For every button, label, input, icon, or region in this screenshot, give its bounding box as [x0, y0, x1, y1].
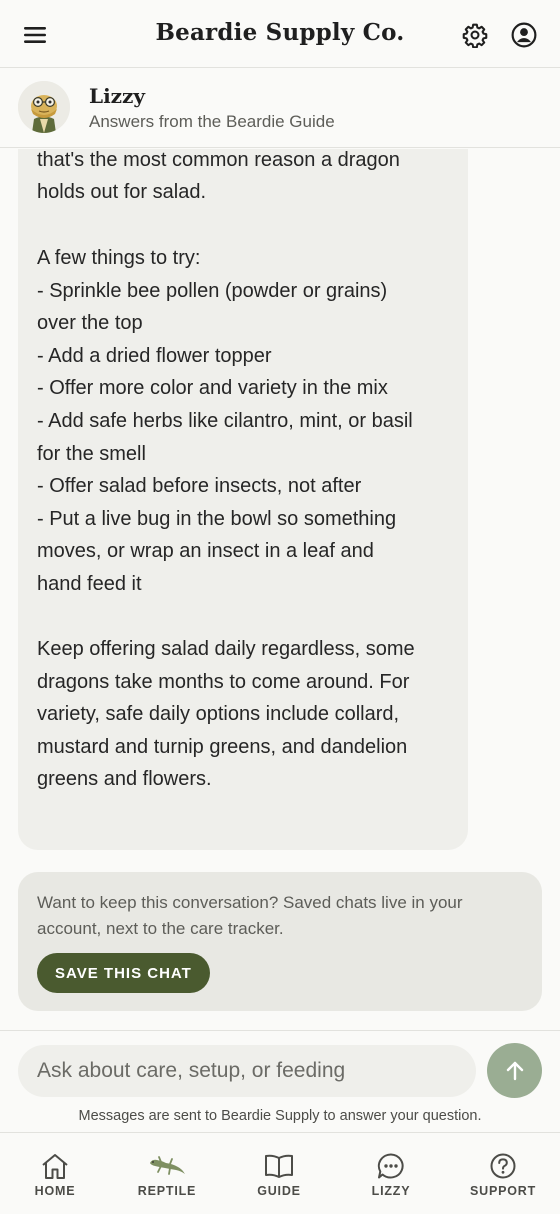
nav-item-reptile[interactable]: REPTILE: [112, 1133, 222, 1214]
send-button[interactable]: [487, 1043, 542, 1098]
agent-subtitle: Answers from the Beardie Guide: [89, 112, 335, 131]
save-chat-note: Want to keep this conversation? Saved ch…: [37, 893, 463, 938]
chat-agent-header: Lizzy Answers from the Beardie Guide: [0, 69, 560, 148]
gear-icon: [462, 23, 488, 48]
user-circle-icon: [511, 22, 537, 48]
nav-label: SUPPORT: [469, 1184, 537, 1198]
chat-bubble-icon: [377, 1153, 404, 1179]
message-paragraph: A few things to try: - Sprinkle bee poll…: [37, 247, 413, 595]
app-header: Beardie Supply Co.: [0, 0, 560, 68]
nav-item-home[interactable]: HOME: [0, 1133, 110, 1214]
nav-label: LIZZY: [371, 1184, 411, 1198]
arrow-up-icon: [506, 1061, 523, 1080]
save-chat-card: Want to keep this conversation? Saved ch…: [18, 872, 542, 1011]
message-input[interactable]: [18, 1045, 476, 1097]
nav-label: GUIDE: [257, 1184, 301, 1198]
nav-item-guide[interactable]: GUIDE: [224, 1133, 334, 1214]
composer-disclaimer: Messages are sent to Beardie Supply to a…: [78, 1108, 482, 1124]
bearded-dragon-avatar: [18, 81, 70, 133]
nav-item-support[interactable]: SUPPORT: [448, 1133, 558, 1214]
bottom-nav: HOME REPTILE GUIDE LIZZY SUPPORT: [0, 1132, 560, 1214]
nav-label: HOME: [34, 1184, 76, 1198]
nav-item-lizzy[interactable]: LIZZY: [336, 1133, 446, 1214]
message-paragraph: check she isn't getting too many insects…: [37, 149, 400, 204]
message-paragraph: Keep offering salad daily regardless, so…: [37, 638, 415, 791]
help-circle-icon: [490, 1153, 516, 1179]
assistant-message-bubble: check she isn't getting too many insects…: [18, 149, 468, 850]
account-button[interactable]: [507, 18, 541, 52]
book-icon: [265, 1154, 293, 1178]
agent-name: Lizzy: [89, 84, 145, 108]
message-input-wrapper: [18, 1045, 476, 1097]
lizard-icon: [150, 1156, 185, 1175]
settings-button[interactable]: [458, 18, 492, 52]
agent-avatar: [18, 81, 70, 133]
nav-label: REPTILE: [137, 1184, 197, 1198]
message-composer: Messages are sent to Beardie Supply to a…: [0, 1030, 560, 1132]
chat-message-list[interactable]: check she isn't getting too many insects…: [0, 149, 560, 857]
save-chat-button[interactable]: SAVE THIS CHAT: [37, 953, 210, 993]
home-icon: [42, 1154, 68, 1179]
